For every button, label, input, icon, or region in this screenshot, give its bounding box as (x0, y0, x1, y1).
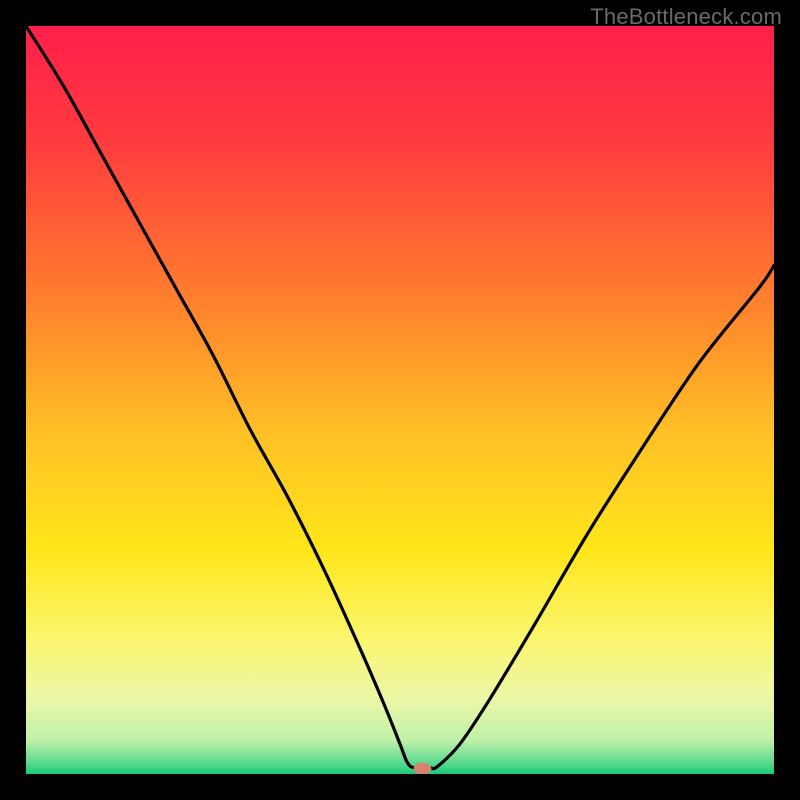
watermark-text: TheBottleneck.com (590, 4, 782, 30)
plot-area (26, 26, 774, 774)
chart-svg (26, 26, 774, 774)
chart-container: TheBottleneck.com (0, 0, 800, 800)
gradient-background (26, 26, 774, 774)
